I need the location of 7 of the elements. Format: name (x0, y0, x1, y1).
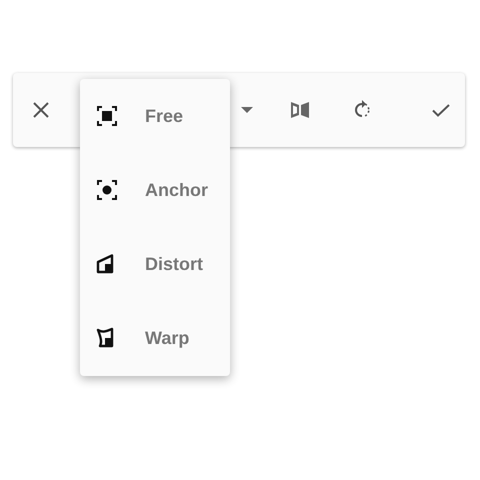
anchor-icon (95, 178, 119, 202)
free-transform-icon (95, 104, 119, 128)
menu-item[interactable]: Free (80, 79, 230, 153)
caret-icon (240, 107, 253, 113)
menu-item[interactable]: Warp (80, 301, 230, 375)
menu-item[interactable]: Anchor (80, 153, 230, 227)
menu-item[interactable]: Distort (80, 227, 230, 301)
